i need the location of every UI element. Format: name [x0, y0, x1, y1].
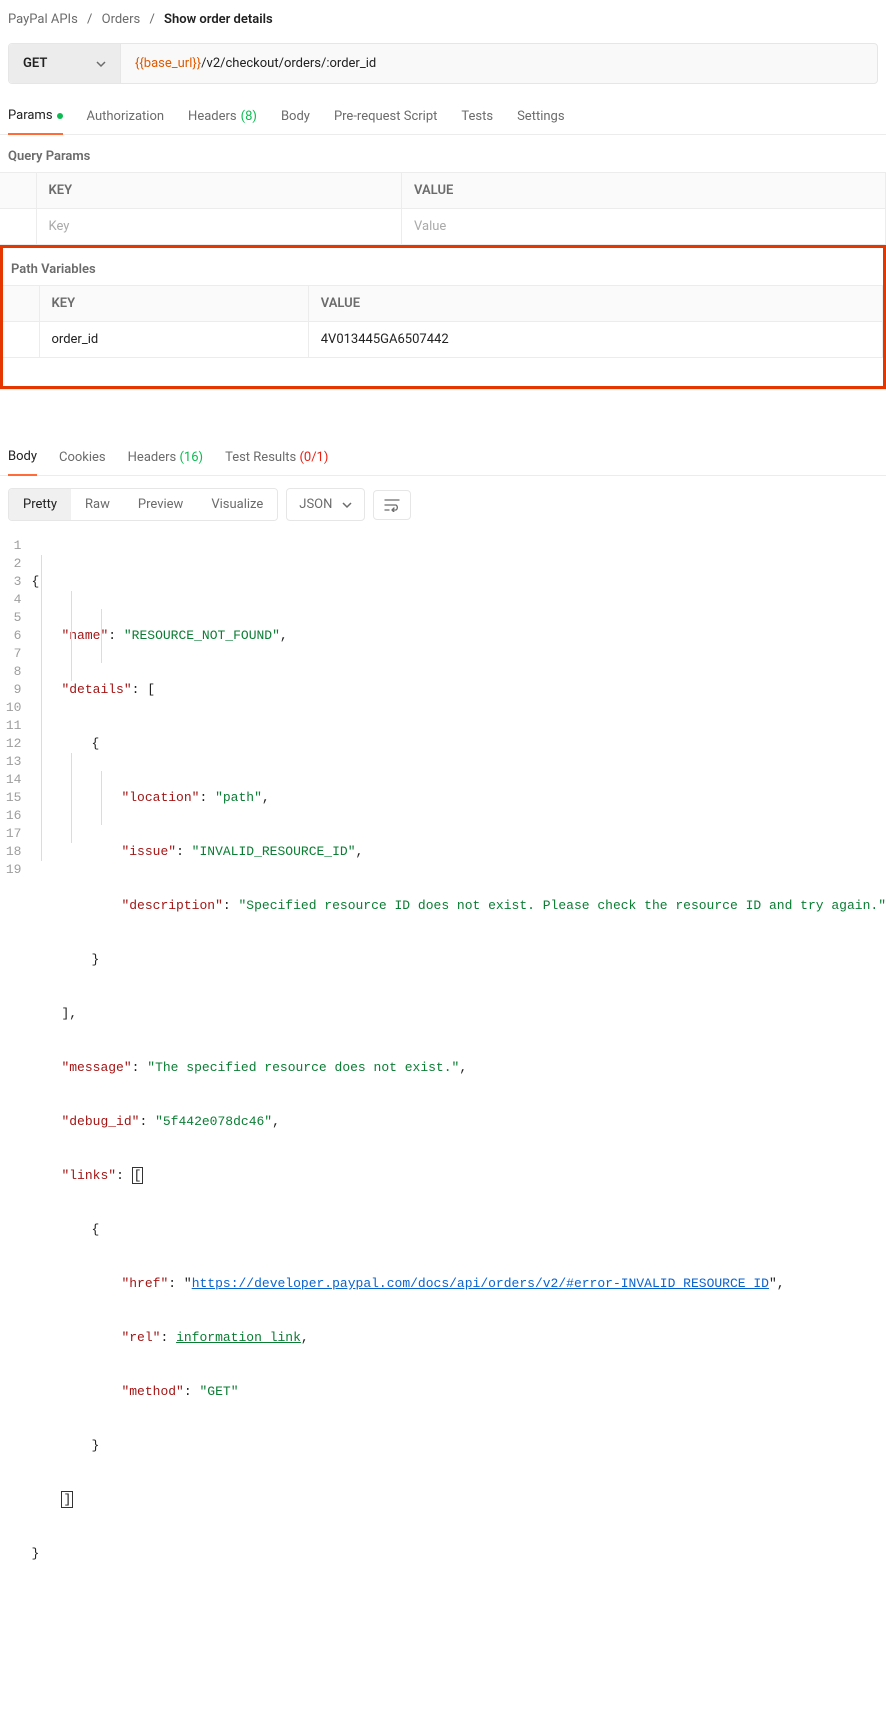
- response-tabs: Body Cookies Headers (16) Test Results (…: [0, 439, 886, 476]
- url-variable: {{base_url}}: [135, 56, 201, 71]
- path-variables-label: Path Variables: [3, 248, 883, 285]
- resp-tab-cookies[interactable]: Cookies: [59, 440, 106, 475]
- tab-authorization[interactable]: Authorization: [87, 108, 165, 134]
- qp-value-header: VALUE: [402, 173, 886, 209]
- http-method-select[interactable]: GET: [9, 44, 121, 83]
- path-variable-row[interactable]: order_id 4V013445GA6507442: [3, 322, 883, 358]
- breadcrumb: PayPal APIs / Orders / Show order detail…: [0, 0, 886, 39]
- http-method-label: GET: [23, 56, 47, 71]
- resp-tab-headers-label: Headers: [128, 450, 177, 465]
- body-format-select[interactable]: JSON: [286, 488, 365, 521]
- tab-params[interactable]: Params: [8, 108, 63, 135]
- breadcrumb-sep-icon: /: [87, 12, 92, 27]
- query-param-row-empty[interactable]: Key Value: [0, 209, 886, 245]
- params-dirty-dot-icon: [57, 113, 63, 119]
- headers-count: (8): [241, 109, 257, 124]
- response-body-toolbar: Pretty Raw Preview Visualize JSON: [0, 476, 886, 533]
- tab-tests[interactable]: Tests: [461, 108, 493, 134]
- path-variables-highlight: Path Variables KEY VALUE order_id 4V0134…: [0, 245, 886, 389]
- body-view-segment: Pretty Raw Preview Visualize: [8, 488, 278, 521]
- drag-handle[interactable]: [0, 209, 36, 245]
- resp-tab-test-results[interactable]: Test Results (0/1): [225, 440, 328, 475]
- view-pretty-button[interactable]: Pretty: [9, 489, 71, 520]
- resp-headers-count: (16): [179, 450, 203, 465]
- view-preview-button[interactable]: Preview: [124, 489, 197, 520]
- request-tabs: Params Authorization Headers (8) Body Pr…: [0, 94, 886, 135]
- breadcrumb-root[interactable]: PayPal APIs: [8, 12, 78, 27]
- tab-settings[interactable]: Settings: [517, 108, 564, 134]
- query-params-label: Query Params: [0, 135, 886, 172]
- tab-params-label: Params: [8, 108, 53, 123]
- body-format-label: JSON: [299, 497, 332, 512]
- response-body-code[interactable]: 12345678910111213141516171819 { "name": …: [0, 533, 886, 1712]
- qp-key-header: KEY: [36, 173, 402, 209]
- pv-value-cell[interactable]: 4V013445GA6507442: [308, 322, 882, 358]
- request-url-input[interactable]: {{base_url}}/v2/checkout/orders/:order_i…: [121, 44, 877, 83]
- tab-prerequest-script[interactable]: Pre-request Script: [334, 108, 437, 134]
- breadcrumb-sep-icon: /: [149, 12, 154, 27]
- resp-test-results-count: (0/1): [299, 450, 328, 465]
- breadcrumb-mid[interactable]: Orders: [102, 12, 141, 27]
- resp-tab-test-results-label: Test Results: [225, 450, 296, 465]
- pv-key-header: KEY: [39, 286, 308, 322]
- line-number-gutter: 12345678910111213141516171819: [0, 537, 31, 1712]
- wrap-lines-button[interactable]: [373, 490, 411, 520]
- resp-tab-headers[interactable]: Headers (16): [128, 440, 203, 475]
- wrap-icon: [384, 498, 400, 512]
- view-raw-button[interactable]: Raw: [71, 489, 124, 520]
- json-code[interactable]: { "name": "RESOURCE_NOT_FOUND", "details…: [31, 537, 886, 1712]
- qp-value-input[interactable]: Value: [414, 219, 446, 234]
- breadcrumb-current: Show order details: [164, 12, 273, 27]
- request-url-bar: GET {{base_url}}/v2/checkout/orders/:ord…: [8, 43, 878, 84]
- tab-headers[interactable]: Headers (8): [188, 108, 257, 134]
- query-params-table: KEY VALUE Key Value: [0, 172, 886, 245]
- chevron-down-icon: [342, 500, 352, 510]
- drag-col-header: [0, 173, 36, 209]
- tab-body[interactable]: Body: [281, 108, 310, 134]
- tab-headers-label: Headers: [188, 109, 237, 124]
- view-visualize-button[interactable]: Visualize: [197, 489, 277, 520]
- drag-col-header: [3, 286, 39, 322]
- url-path: /v2/checkout/orders/:order_id: [201, 56, 376, 71]
- pv-value-header: VALUE: [308, 286, 882, 322]
- pv-key-cell[interactable]: order_id: [39, 322, 308, 358]
- resp-tab-body[interactable]: Body: [8, 439, 37, 476]
- qp-key-input[interactable]: Key: [49, 219, 70, 234]
- drag-handle[interactable]: [3, 322, 39, 358]
- path-variables-table: KEY VALUE order_id 4V013445GA6507442: [3, 285, 883, 358]
- chevron-down-icon: [96, 59, 106, 69]
